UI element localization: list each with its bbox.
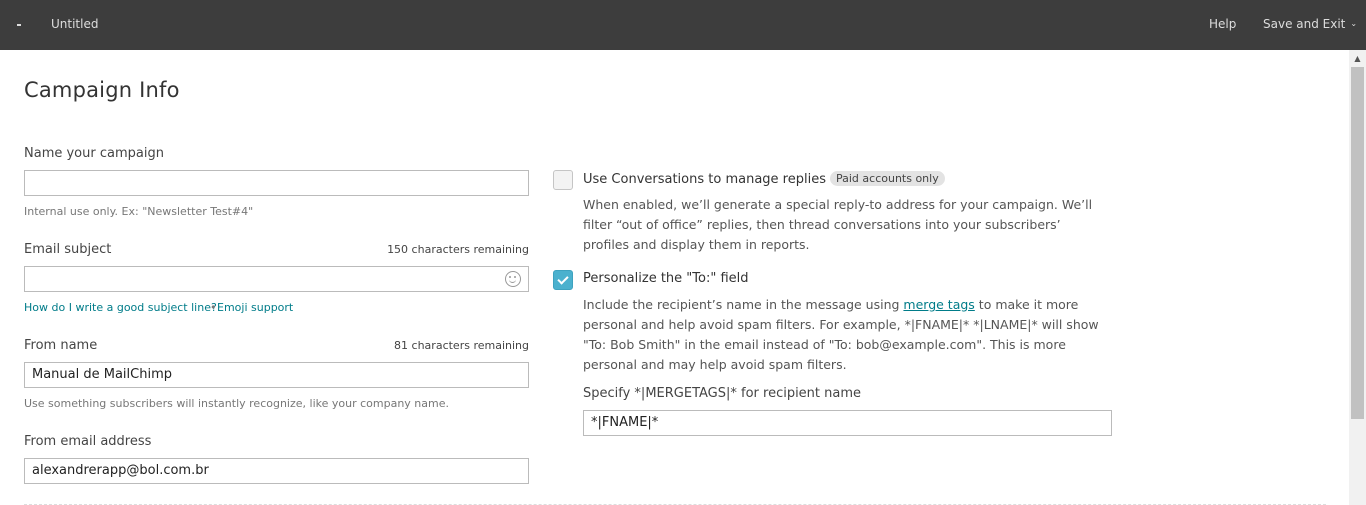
mergetags-label: Specify *|MERGETAGS|* for recipient name	[583, 386, 862, 401]
menu-icon[interactable]	[13, 20, 25, 30]
conversations-description: When enabled, we’ll generate a special r…	[583, 197, 1093, 252]
email-subject-counter: 150 characters remaining	[387, 243, 529, 256]
save-and-exit-label: Save and Exit	[1263, 17, 1346, 31]
from-name-help: Use something subscribers will instantly…	[24, 397, 449, 410]
merge-tags-link[interactable]: merge tags	[903, 297, 974, 312]
scrollbar[interactable]: ▲	[1349, 50, 1366, 505]
from-name-input[interactable]: Manual de MailChimp	[24, 362, 529, 388]
email-subject-label: Email subject	[24, 242, 112, 257]
personalize-to-checkbox[interactable]	[553, 270, 573, 290]
personalize-to-title: Personalize the "To:" field	[583, 271, 749, 286]
from-name-counter: 81 characters remaining	[394, 339, 529, 352]
personalize-description: Include the recipient’s name in the mess…	[583, 295, 1108, 375]
mergetags-input[interactable]: *|FNAME|*	[583, 410, 1112, 436]
campaign-name-label: Name your campaign	[24, 146, 164, 161]
checkmark-icon	[557, 273, 569, 285]
campaign-name-input[interactable]	[24, 170, 529, 196]
personalize-desc-start: Include the recipient’s name in the mess…	[583, 297, 904, 312]
paid-accounts-badge: Paid accounts only	[829, 171, 945, 186]
link-separator: •	[210, 301, 217, 314]
emoji-icon[interactable]	[505, 271, 521, 287]
page-title: Campaign Info	[24, 78, 180, 102]
email-subject-input[interactable]	[24, 266, 529, 292]
campaign-title[interactable]: Untitled	[51, 17, 98, 31]
top-bar: Untitled Help Save and Exit ⌄	[0, 0, 1366, 50]
help-link[interactable]: Help	[1209, 17, 1236, 31]
from-name-label: From name	[24, 338, 98, 353]
from-email-label: From email address	[24, 434, 152, 449]
chevron-down-icon: ⌄	[1350, 19, 1358, 28]
conversations-checkbox[interactable]	[553, 170, 573, 190]
emoji-support-link[interactable]: Emoji support	[217, 301, 293, 314]
scroll-up-arrow-icon[interactable]: ▲	[1349, 50, 1366, 67]
save-and-exit-button[interactable]: Save and Exit ⌄	[1263, 17, 1357, 31]
conversations-title: Use Conversations to manage replies	[583, 172, 826, 187]
scroll-thumb[interactable]	[1351, 67, 1364, 419]
campaign-name-help: Internal use only. Ex: "Newsletter Test#…	[24, 205, 254, 218]
subject-line-help-link[interactable]: How do I write a good subject line?	[24, 301, 217, 314]
conversations-option: Use Conversations to manage replies Paid …	[583, 171, 945, 187]
from-email-input[interactable]: alexandrerapp@bol.com.br	[24, 458, 529, 484]
